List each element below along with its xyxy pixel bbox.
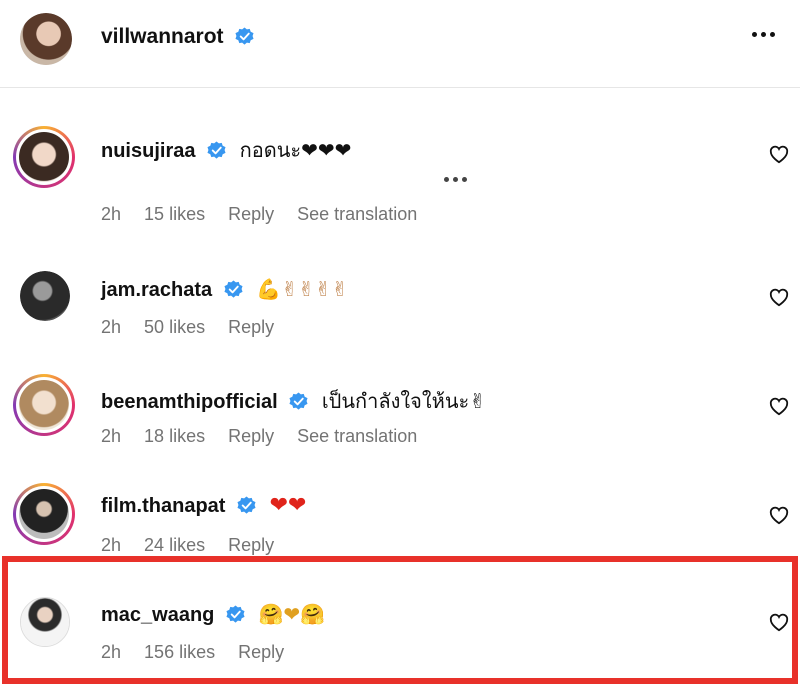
reply-button[interactable]: Reply	[228, 317, 274, 337]
comment-item: nuisujiraa กอดนะ❤❤❤ 2h 15 likes Reply Se…	[0, 118, 800, 228]
comment-time: 2h	[101, 204, 122, 224]
reply-button[interactable]: Reply	[228, 204, 274, 224]
verified-badge-icon	[224, 280, 243, 298]
comment-likes[interactable]: 50 likes	[144, 317, 205, 337]
verified-badge-icon	[226, 605, 245, 623]
author-username[interactable]: villwannarot	[101, 25, 224, 48]
comment-text: 💪✌✌✌✌	[256, 277, 349, 301]
comment-likes[interactable]: 18 likes	[144, 426, 205, 446]
comment-time: 2h	[101, 642, 122, 662]
like-heart-icon[interactable]	[768, 144, 790, 164]
comment-time: 2h	[101, 317, 122, 337]
comment-text: กอดนะ❤❤❤	[239, 138, 352, 162]
reply-button[interactable]: Reply	[238, 642, 284, 662]
commenter-avatar[interactable]	[20, 271, 70, 321]
comment-item: jam.rachata 💪✌✌✌✌ 2h 50 likes Reply	[0, 265, 800, 345]
see-translation-button[interactable]: See translation	[297, 204, 417, 224]
story-ring[interactable]	[13, 374, 75, 436]
comment-item: beenamthipofficial เป็นกำลังใจให้นะ✌ 2h …	[0, 372, 800, 462]
comment-text: 🤗❤🤗	[258, 602, 326, 626]
verified-badge-icon	[289, 392, 308, 410]
reply-button[interactable]: Reply	[228, 535, 274, 555]
like-heart-icon[interactable]	[768, 612, 790, 632]
verified-badge-icon	[207, 141, 226, 159]
comment-item: film.thanapat ❤❤ 2h 24 likes Reply	[0, 481, 800, 556]
reply-button[interactable]: Reply	[228, 426, 274, 446]
comment-time: 2h	[101, 426, 122, 446]
commenter-avatar	[19, 489, 69, 539]
verified-badge-icon	[235, 27, 254, 45]
like-heart-icon[interactable]	[768, 287, 790, 307]
verified-badge-icon	[237, 496, 256, 514]
comment-username[interactable]: beenamthipofficial	[101, 391, 278, 413]
like-heart-icon[interactable]	[768, 396, 790, 416]
comment-username[interactable]: nuisujiraa	[101, 140, 195, 162]
comment-text: เป็นกำลังใจให้นะ✌	[321, 389, 486, 413]
more-horizontal-icon[interactable]	[752, 32, 782, 44]
comment-time: 2h	[101, 535, 122, 555]
comment-likes[interactable]: 24 likes	[144, 535, 205, 555]
commenter-avatar[interactable]	[20, 597, 70, 647]
comment-username[interactable]: film.thanapat	[101, 495, 225, 517]
author-avatar[interactable]	[20, 13, 72, 65]
comment-likes[interactable]: 156 likes	[144, 642, 215, 662]
comment-text: ❤❤	[269, 493, 307, 518]
like-heart-icon[interactable]	[768, 505, 790, 525]
comment-item: mac_waang 🤗❤🤗 2h 156 likes Reply	[0, 592, 800, 672]
more-horizontal-icon[interactable]	[444, 177, 467, 182]
comment-username[interactable]: mac_waang	[101, 604, 214, 626]
story-ring[interactable]	[13, 483, 75, 545]
post-header: villwannarot	[0, 0, 800, 88]
commenter-avatar	[19, 132, 69, 182]
see-translation-button[interactable]: See translation	[297, 426, 417, 446]
story-ring[interactable]	[13, 126, 75, 188]
commenter-avatar	[19, 380, 69, 430]
comment-username[interactable]: jam.rachata	[101, 279, 212, 301]
comment-likes[interactable]: 15 likes	[144, 204, 205, 224]
